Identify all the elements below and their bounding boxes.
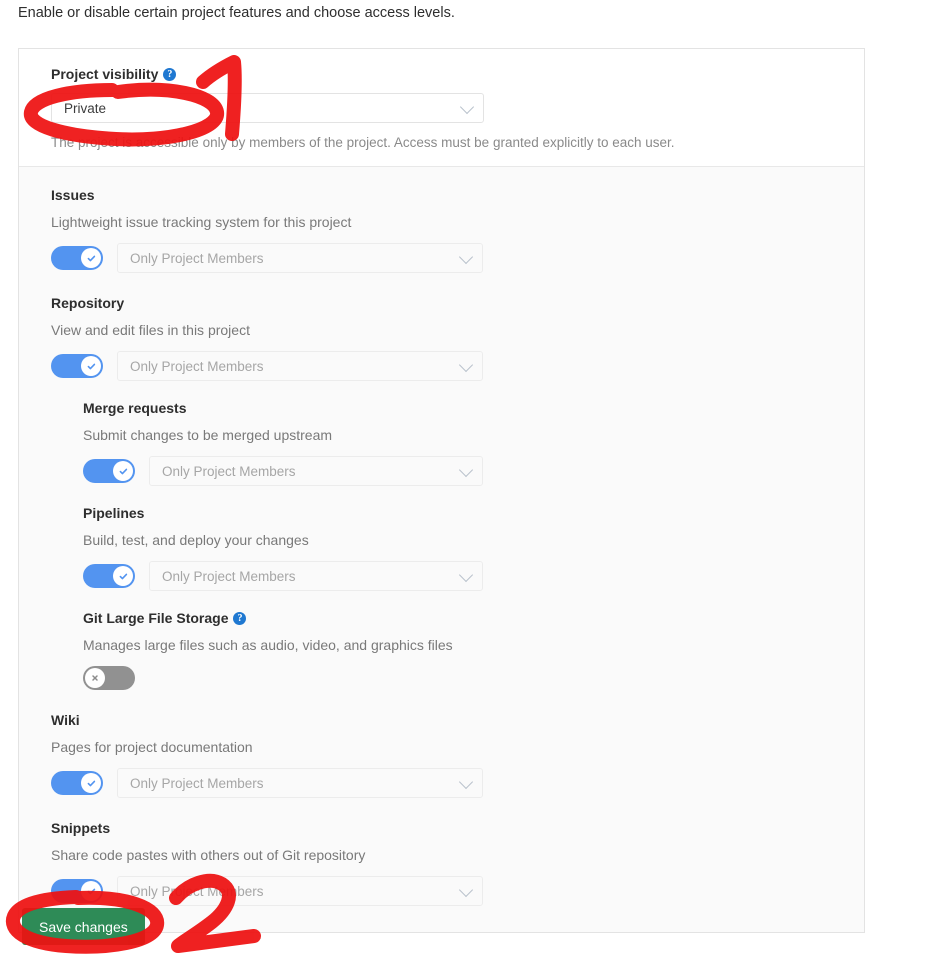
- feature-repository-access-value: Only Project Members: [130, 358, 264, 374]
- feature-git-lfs-label: Git Large File Storage ?: [83, 609, 832, 627]
- feature-snippets-access-select[interactable]: Only Project Members: [117, 876, 483, 906]
- feature-pipelines-title: Pipelines: [83, 505, 145, 521]
- check-icon: [81, 356, 101, 376]
- check-icon: [113, 461, 133, 481]
- check-icon: [81, 881, 101, 901]
- check-icon: [81, 773, 101, 793]
- feature-repository-title: Repository: [51, 295, 125, 311]
- feature-repository-access-select[interactable]: Only Project Members: [117, 351, 483, 381]
- question-circle-icon[interactable]: ?: [233, 611, 247, 625]
- feature-merge-requests-title: Merge requests: [83, 400, 187, 416]
- feature-issues-access-value: Only Project Members: [130, 250, 264, 266]
- feature-git-lfs: Git Large File Storage ? Manages large f…: [83, 609, 832, 690]
- feature-snippets: Snippets Share code pastes with others o…: [51, 814, 832, 906]
- feature-wiki-description: Pages for project documentation: [51, 739, 253, 755]
- check-icon: [113, 566, 133, 586]
- feature-snippets-description: Share code pastes with others out of Git…: [51, 847, 366, 863]
- project-features-panel: Project visibility ? Private The project…: [18, 48, 865, 933]
- project-visibility-label-text: Project visibility: [51, 66, 159, 82]
- feature-pipelines-description: Build, test, and deploy your changes: [83, 532, 309, 548]
- feature-pipelines-toggle[interactable]: [83, 564, 135, 588]
- feature-wiki-access-value: Only Project Members: [130, 775, 264, 791]
- feature-merge-requests: Merge requests Submit changes to be merg…: [83, 399, 832, 486]
- feature-wiki-title: Wiki: [51, 712, 80, 728]
- feature-repository-controls: Only Project Members: [51, 351, 832, 381]
- feature-repository: Repository View and edit files in this p…: [51, 289, 832, 690]
- feature-issues-toggle[interactable]: [51, 246, 103, 270]
- feature-git-lfs-description: Manages large files such as audio, video…: [83, 637, 453, 653]
- feature-wiki-toggle[interactable]: [51, 771, 103, 795]
- project-visibility-select[interactable]: Private: [51, 93, 484, 123]
- chevron-down-icon: [458, 462, 474, 478]
- settings-page: Enable or disable certain project featur…: [0, 0, 929, 954]
- chevron-down-icon: [458, 357, 474, 373]
- project-features-list: Issues Lightweight issue tracking system…: [19, 167, 864, 932]
- chevron-down-icon: [458, 567, 474, 583]
- feature-snippets-controls: Only Project Members: [51, 876, 832, 906]
- feature-issues-access-select[interactable]: Only Project Members: [117, 243, 483, 273]
- feature-merge-requests-access-value: Only Project Members: [162, 463, 296, 479]
- feature-pipelines: Pipelines Build, test, and deploy your c…: [83, 504, 832, 591]
- feature-snippets-toggle[interactable]: [51, 879, 103, 903]
- project-visibility-help-text: The project is accessible only by member…: [51, 135, 675, 150]
- feature-pipelines-access-select[interactable]: Only Project Members: [149, 561, 483, 591]
- feature-merge-requests-description: Submit changes to be merged upstream: [83, 427, 333, 443]
- project-visibility-label: Project visibility ?: [51, 65, 832, 83]
- feature-snippets-access-value: Only Project Members: [130, 883, 264, 899]
- feature-repository-description: View and edit files in this project: [51, 322, 250, 338]
- feature-merge-requests-toggle[interactable]: [83, 459, 135, 483]
- feature-wiki: Wiki Pages for project documentation Onl…: [51, 706, 832, 798]
- project-visibility-section: Project visibility ? Private The project…: [19, 49, 864, 167]
- page-intro-text: Enable or disable certain project featur…: [18, 5, 455, 21]
- feature-pipelines-controls: Only Project Members: [83, 561, 832, 591]
- feature-issues-controls: Only Project Members: [51, 243, 832, 273]
- save-button[interactable]: Save changes: [22, 908, 145, 945]
- feature-repository-toggle[interactable]: [51, 354, 103, 378]
- close-icon: [85, 668, 105, 688]
- feature-wiki-controls: Only Project Members: [51, 768, 832, 798]
- feature-git-lfs-title: Git Large File Storage: [83, 610, 229, 626]
- chevron-down-icon: [458, 774, 474, 790]
- chevron-down-icon: [458, 249, 474, 265]
- project-visibility-value: Private: [64, 100, 107, 116]
- question-circle-icon[interactable]: ?: [163, 67, 177, 81]
- feature-snippets-title: Snippets: [51, 820, 111, 836]
- feature-git-lfs-controls: [83, 666, 832, 690]
- feature-issues-title: Issues: [51, 187, 95, 203]
- feature-issues-description: Lightweight issue tracking system for th…: [51, 214, 352, 230]
- feature-git-lfs-toggle[interactable]: [83, 666, 135, 690]
- chevron-down-icon: [459, 99, 475, 115]
- feature-pipelines-access-value: Only Project Members: [162, 568, 296, 584]
- chevron-down-icon: [458, 882, 474, 898]
- check-icon: [81, 248, 101, 268]
- feature-issues: Issues Lightweight issue tracking system…: [51, 181, 832, 273]
- feature-merge-requests-controls: Only Project Members: [83, 456, 832, 486]
- feature-merge-requests-access-select[interactable]: Only Project Members: [149, 456, 483, 486]
- feature-wiki-access-select[interactable]: Only Project Members: [117, 768, 483, 798]
